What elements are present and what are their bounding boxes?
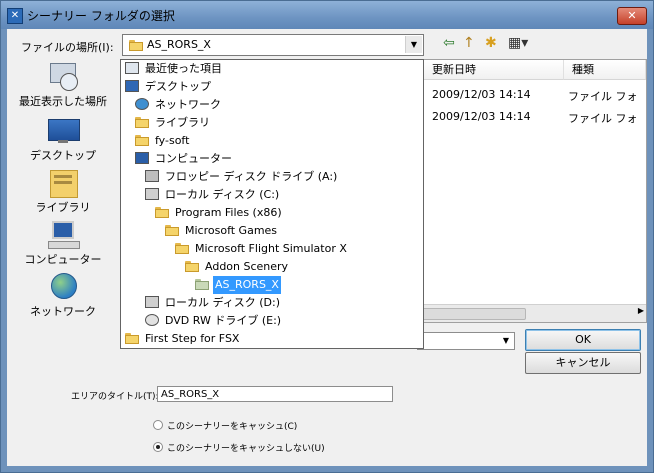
column-header-date[interactable]: 更新日時 bbox=[424, 60, 564, 80]
dropdown-item-selected[interactable]: AS_RORS_X bbox=[195, 276, 281, 294]
no-cache-radio-label[interactable]: このシーナリーをキャッシュしない(U) bbox=[167, 441, 325, 454]
row-type: ファイル フォ bbox=[568, 90, 638, 103]
scroll-right-icon[interactable]: ▶ bbox=[638, 306, 644, 315]
place-desktop[interactable]: デスクトップ bbox=[13, 115, 113, 163]
place-label: コンピューター bbox=[24, 253, 102, 266]
dropdown-item[interactable]: デスクトップ bbox=[125, 78, 213, 96]
lookin-combo[interactable]: AS_RORS_X ▼ bbox=[122, 34, 424, 56]
chevron-down-icon[interactable]: ▼ bbox=[499, 334, 513, 348]
desktop-icon bbox=[125, 80, 139, 92]
dropdown-item[interactable]: ローカル ディスク (C:) bbox=[145, 186, 281, 204]
recent-places-icon bbox=[46, 61, 80, 91]
place-label: 最近表示した場所 bbox=[19, 95, 107, 108]
dropdown-item[interactable]: First Step for FSX bbox=[125, 330, 241, 348]
network-icon bbox=[135, 98, 149, 110]
dropdown-item[interactable]: 最近使った項目 bbox=[125, 60, 224, 78]
dropdown-item[interactable]: Program Files (x86) bbox=[155, 204, 284, 222]
ok-button[interactable]: OK bbox=[525, 329, 641, 351]
dropdown-item[interactable]: ネットワーク bbox=[135, 96, 223, 114]
folder-icon bbox=[175, 242, 189, 254]
recent-items-icon bbox=[125, 62, 139, 74]
place-library[interactable]: ライブラリ bbox=[13, 167, 113, 215]
cancel-button[interactable]: キャンセル bbox=[525, 352, 641, 374]
new-folder-icon[interactable]: ✱ bbox=[485, 35, 497, 51]
dropdown-item[interactable]: コンピューター bbox=[135, 150, 234, 168]
dropdown-item[interactable]: Addon Scenery bbox=[185, 258, 290, 276]
dropdown-item[interactable]: fy-soft bbox=[135, 132, 191, 150]
place-label: ライブラリ bbox=[35, 201, 91, 214]
dvd-drive-icon bbox=[145, 314, 159, 326]
local-disk-icon bbox=[145, 296, 159, 308]
row-type: ファイル フォ bbox=[568, 112, 638, 125]
lookin-value: AS_RORS_X bbox=[147, 38, 211, 51]
chevron-down-icon[interactable]: ▼ bbox=[405, 36, 422, 53]
floppy-drive-icon bbox=[145, 170, 159, 182]
computer-icon bbox=[46, 219, 80, 249]
folder-icon bbox=[185, 260, 199, 272]
cache-radio-label[interactable]: このシーナリーをキャッシュ(C) bbox=[167, 419, 297, 432]
file-type-combo[interactable]: ▼ bbox=[417, 332, 515, 350]
place-computer[interactable]: コンピューター bbox=[13, 219, 113, 267]
dropdown-item[interactable]: Microsoft Games bbox=[165, 222, 279, 240]
app-icon: ✕ bbox=[7, 8, 23, 24]
lookin-dropdown-list[interactable]: 最近使った項目 デスクトップ ネットワーク ライブラリ fy-soft コンピュ… bbox=[120, 59, 424, 349]
library-icon bbox=[46, 167, 80, 198]
dialog-client: ファイルの場所(I): AS_RORS_X ▼ ⇦ ↑ ✱ ▦▾ 最近表示した場… bbox=[7, 29, 647, 466]
user-folder-icon bbox=[135, 134, 149, 146]
place-label: ネットワーク bbox=[30, 305, 96, 318]
view-menu-icon[interactable]: ▦▾ bbox=[508, 35, 528, 51]
close-button[interactable]: ✕ bbox=[617, 7, 647, 25]
place-recent[interactable]: 最近表示した場所 bbox=[13, 61, 113, 109]
library-icon bbox=[135, 116, 149, 128]
folder-icon bbox=[195, 278, 209, 290]
place-label: デスクトップ bbox=[30, 149, 96, 162]
area-title-label: エリアのタイトル(T): bbox=[71, 392, 159, 402]
dropdown-item[interactable]: フロッピー ディスク ドライブ (A:) bbox=[145, 168, 339, 186]
dropdown-item[interactable]: Microsoft Flight Simulator X bbox=[175, 240, 349, 258]
computer-icon bbox=[135, 152, 149, 164]
title-bar[interactable]: ✕ シーナリー フォルダの選択 ✕ bbox=[1, 1, 653, 29]
network-icon bbox=[46, 271, 80, 301]
no-cache-radio[interactable] bbox=[153, 442, 163, 452]
up-folder-icon[interactable]: ↑ bbox=[463, 35, 475, 51]
dialog-window: ✕ シーナリー フォルダの選択 ✕ ファイルの場所(I): AS_RORS_X … bbox=[0, 0, 654, 473]
cache-radio[interactable] bbox=[153, 420, 163, 430]
folder-icon bbox=[129, 39, 143, 51]
row-date: 2009/12/03 14:14 bbox=[432, 110, 531, 123]
folder-icon bbox=[155, 206, 169, 218]
window-title: シーナリー フォルダの選択 bbox=[27, 9, 175, 23]
folder-icon bbox=[165, 224, 179, 236]
dropdown-item[interactable]: ライブラリ bbox=[135, 114, 212, 132]
area-title-input[interactable]: AS_RORS_X bbox=[157, 386, 393, 402]
folder-icon bbox=[125, 332, 139, 344]
back-arrow-icon[interactable]: ⇦ bbox=[443, 35, 455, 51]
desktop-icon bbox=[46, 115, 80, 145]
column-header-type[interactable]: 種類 bbox=[564, 60, 646, 80]
places-bar: 最近表示した場所 デスクトップ ライブラリ コンピューター ネットワーク bbox=[13, 53, 113, 323]
dropdown-item[interactable]: DVD RW ドライブ (E:) bbox=[145, 312, 283, 330]
dropdown-item[interactable]: ローカル ディスク (D:) bbox=[145, 294, 282, 312]
row-date: 2009/12/03 14:14 bbox=[432, 88, 531, 101]
place-network[interactable]: ネットワーク bbox=[13, 271, 113, 319]
local-disk-icon bbox=[145, 188, 159, 200]
